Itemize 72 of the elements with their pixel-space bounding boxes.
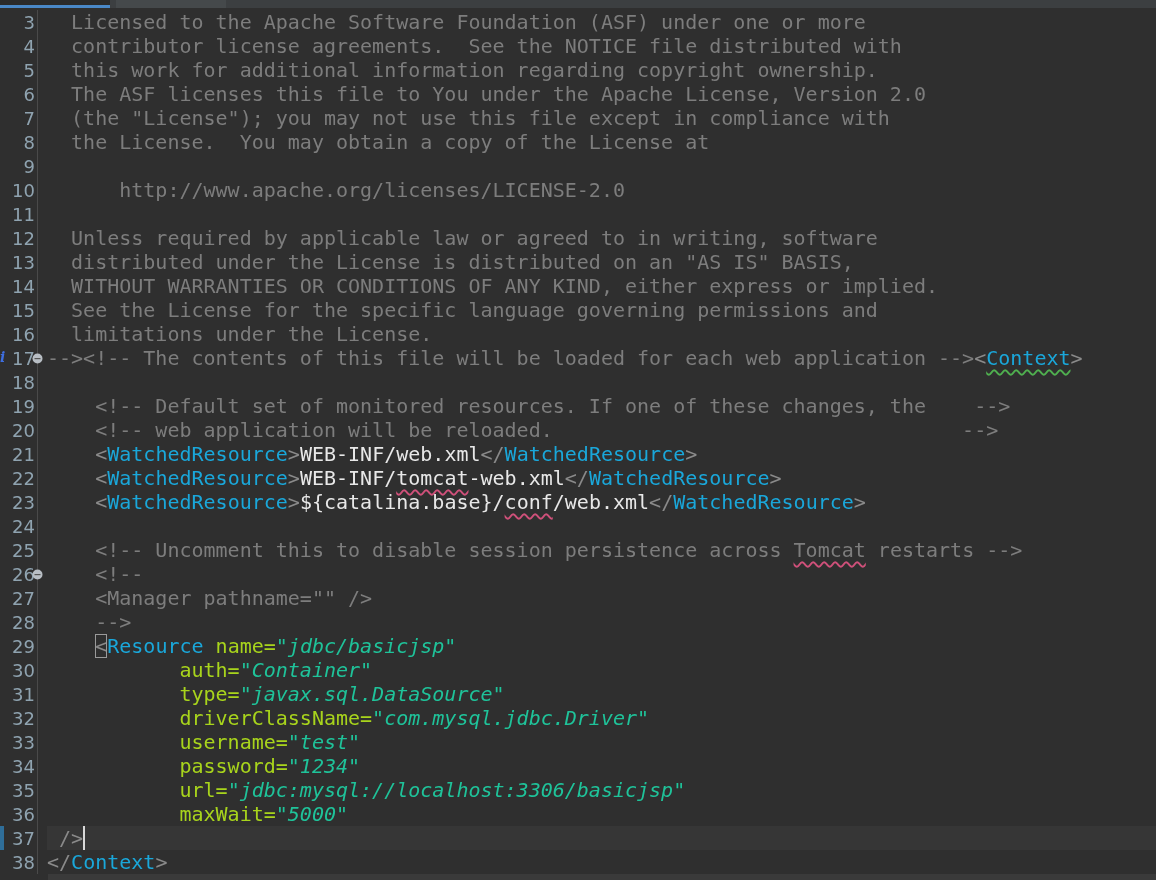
code-line: (the "License"); you may not use this file except in compliance with [70,106,891,130]
line-number: 23 [12,491,36,513]
code-line: contributor license agreements. See the NOTICE file distributed with [70,34,903,58]
code-line: this work for additional information regarding copyright ownership. [70,58,879,82]
code-line: Licensed to the Apache Software Foundation (ASF) under one or more [70,10,867,34]
code-line: The ASF licenses this file to You under the Apache License, Version 2.0 [70,82,927,106]
line-number: 3 [23,11,36,33]
code-line: http://www.apache.org/licenses/LICENSE-2.0 [118,178,626,202]
line-number: 8 [23,131,36,153]
code-line: <WatchedResource>${catalina.base}/conf/web.xml</WatchedResource> [94,490,867,514]
line-number: 28 [12,611,36,633]
code-line: Unless required by applicable law or agreed to in writing, software [70,226,879,250]
line-number: 37 [12,827,36,849]
code-line: See the License for the specific language governing permissions and [70,298,879,322]
line-number: 20 [12,419,36,441]
code-line: <!-- Uncomment this to disable session persistence across Tomcat restarts --> [94,538,1024,562]
line-number: 5 [23,59,36,81]
line-number: 10 [12,179,36,201]
line-number: 14 [12,275,36,297]
code-line: WITHOUT WARRANTIES OR CONDITIONS OF ANY KIND, either express or implied. [70,274,940,298]
line-number: 31 [12,683,36,705]
code-line: maxWait="5000" [178,802,350,826]
code-line: username="test" [178,730,362,754]
line-number: 33 [12,731,36,753]
line-number: 24 [12,515,36,537]
code-line: distributed under the License is distributed on an "AS IS" BASIS, [70,250,855,274]
line-number: 4 [23,35,36,57]
line-number: 26 [12,563,36,585]
code-line: </Context> [47,850,169,874]
line-number: 29 [12,635,36,657]
line-number: 12 [12,227,36,249]
line-number: 35 [12,779,36,801]
line-number: 34 [12,755,36,777]
line-number: 6 [23,83,36,105]
code-line: <Manager pathname="" /> [94,586,374,610]
text-cursor [83,826,86,850]
code-line: <WatchedResource>WEB-INF/tomcat-web.xml</WatchedResource> [94,466,783,490]
code-line: <WatchedResource>WEB-INF/web.xml</WatchedResource> [94,442,699,466]
line-number: 21 [12,443,36,465]
code-line: <!-- web application will be reloaded. --> [94,418,1000,442]
line-number: 38 [12,851,36,873]
code-line: the License. You may obtain a copy of the License at [70,130,711,154]
code-line: auth="Container" [178,658,374,682]
fold-icon[interactable] [32,569,43,580]
editor-tab[interactable] [0,0,110,8]
code-line: url="jdbc:mysql://localhost:3306/basicjsp" [178,778,687,802]
code-line: --><!-- The contents of this file will be loaded for each web application --><Context> [47,346,1084,370]
code-line: password="1234" [178,754,362,778]
line-number: 25 [12,539,36,561]
line-number: 22 [12,467,36,489]
line-number: 27 [12,587,36,609]
line-number: 30 [12,659,36,681]
code-line: --> [94,610,133,634]
line-number: 7 [23,107,36,129]
info-icon[interactable]: i [0,349,6,365]
code-line: <Resource name="jdbc/basicjsp" [94,634,458,658]
code-line: <!-- Default set of monitored resources. If one of these changes, the --> [94,394,1012,418]
line-number: 16 [12,323,36,345]
code-line: driverClassName="com.mysql.jdbc.Driver" [178,706,651,730]
line-number: 18 [12,371,36,393]
code-line: <!-- [94,562,145,586]
line-number: 32 [12,707,36,729]
line-number: 15 [12,299,36,321]
code-line: limitations under the License. [70,322,434,346]
line-number: 11 [12,203,36,225]
fold-icon[interactable] [32,353,43,364]
line-number: 17 [12,347,36,369]
line-number: 19 [12,395,36,417]
line-number: 9 [23,155,36,177]
line-number: 13 [12,251,36,273]
line-number: 36 [12,803,36,825]
code-line: type="javax.sql.DataSource" [178,682,506,706]
